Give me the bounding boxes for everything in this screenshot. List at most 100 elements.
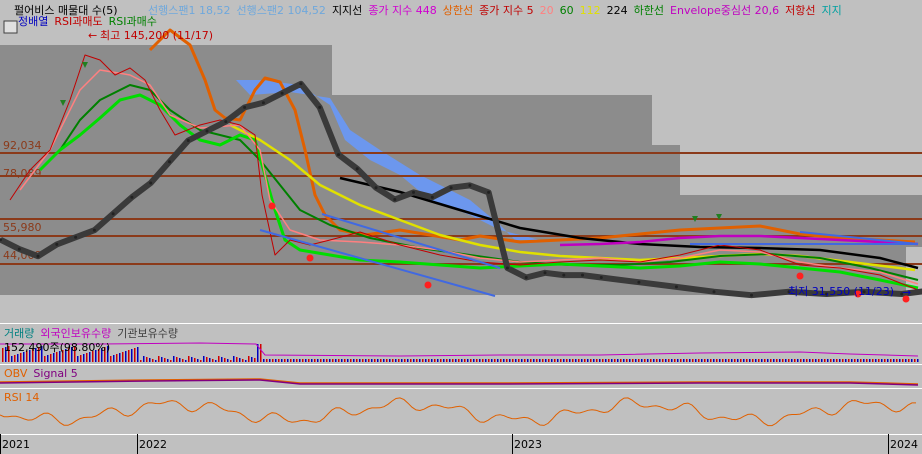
- volume-bar: [674, 359, 676, 362]
- volume-bar: [182, 359, 184, 362]
- volume-bar: [836, 359, 838, 362]
- volume-bar: [419, 359, 421, 362]
- volume-bar: [299, 359, 301, 362]
- volume-bar: [224, 358, 226, 362]
- volume-bar: [446, 359, 448, 362]
- legend-item: 224: [607, 4, 628, 17]
- rsi-oversold-marker: [268, 202, 276, 210]
- volume-bar: [197, 359, 199, 362]
- volume-bar: [560, 359, 562, 362]
- volume-bar: [527, 359, 529, 362]
- volume-bar: [452, 359, 454, 362]
- volume-bar: [677, 359, 679, 362]
- signal-legend-item: 정배열: [18, 15, 48, 28]
- volume-bar: [590, 359, 592, 362]
- volume-bar: [647, 359, 649, 362]
- volume-bar: [152, 359, 154, 362]
- volume-bar: [725, 359, 727, 362]
- volume-bar: [719, 359, 721, 362]
- volume-bar: [716, 359, 718, 362]
- volume-bar: [416, 359, 418, 362]
- volume-bar: [776, 359, 778, 362]
- rsi-legend: RSI 14: [4, 391, 39, 404]
- volume-bar: [797, 359, 799, 362]
- legend-item: 선행스팬1 18,52: [148, 4, 230, 17]
- close-price-point: [261, 101, 265, 105]
- obv-legend: OBV Signal 5: [4, 367, 78, 380]
- volume-bar: [200, 360, 202, 362]
- volume-bar: [845, 359, 847, 362]
- chart-menu-icon[interactable]: [3, 20, 18, 34]
- volume-bar: [707, 359, 709, 362]
- volume-bar: [827, 359, 829, 362]
- close-price-point: [674, 285, 678, 289]
- volume-bar: [485, 359, 487, 362]
- volume-bar: [341, 359, 343, 362]
- volume-bar: [116, 354, 118, 362]
- price-level-label: 55,980: [3, 221, 42, 234]
- volume-bar: [374, 359, 376, 362]
- volume-bar: [14, 355, 16, 362]
- close-price-point: [337, 153, 340, 157]
- legend-item: 종가 지수 448: [368, 4, 436, 17]
- volume-bar: [401, 359, 403, 362]
- volume-bar: [824, 359, 826, 362]
- volume-bar: [242, 359, 244, 362]
- volume-bar: [611, 359, 613, 362]
- close-price-point: [393, 198, 397, 201]
- volume-bar: [851, 359, 853, 362]
- volume-bar: [653, 359, 655, 362]
- volume-bar: [50, 354, 52, 362]
- arrow-icon: ←: [88, 29, 97, 42]
- volume-bar: [344, 359, 346, 362]
- volume-bar: [614, 359, 616, 362]
- volume-bar: [293, 359, 295, 362]
- volume-bar: [410, 359, 412, 362]
- volume-bar: [911, 359, 913, 362]
- volume-bar: [593, 359, 595, 362]
- volume-bar: [437, 359, 439, 362]
- volume-bar: [500, 359, 502, 362]
- close-price-point: [36, 254, 40, 258]
- volume-bar: [764, 359, 766, 362]
- volume-bar: [788, 359, 790, 362]
- volume-bar: [308, 359, 310, 362]
- volume-bar: [509, 359, 511, 362]
- volume-bar: [272, 359, 274, 362]
- volume-bar: [728, 359, 730, 362]
- volume-bar: [371, 359, 373, 362]
- volume-bar: [284, 359, 286, 362]
- volume-bar: [542, 359, 544, 362]
- volume-bar: [815, 359, 817, 362]
- volume-bar: [110, 356, 112, 362]
- volume-bar: [407, 359, 409, 362]
- volume-bar: [119, 353, 121, 362]
- volume-bar: [179, 358, 181, 362]
- close-price-point: [374, 186, 378, 190]
- volume-bar: [464, 359, 466, 362]
- volume-bar: [323, 359, 325, 362]
- volume-bar: [209, 358, 211, 362]
- volume-bar: [377, 359, 379, 362]
- close-price-point: [130, 195, 134, 199]
- volume-bar: [131, 349, 133, 362]
- volume-bar: [368, 359, 370, 362]
- volume-bar: [908, 359, 910, 362]
- legend-item: 저항선: [785, 4, 815, 17]
- volume-bar: [290, 359, 292, 362]
- close-price-point: [712, 290, 716, 294]
- close-price-point: [468, 183, 472, 187]
- volume-bar: [848, 359, 850, 362]
- volume-bar: [398, 359, 400, 362]
- close-price-point: [55, 242, 59, 246]
- arrow-icon: →: [902, 286, 911, 299]
- volume-bar: [221, 357, 223, 362]
- close-price-point: [299, 82, 303, 86]
- volume-bar: [326, 359, 328, 362]
- x-tick-label: 2024: [890, 438, 918, 451]
- volume-bar: [581, 359, 583, 362]
- close-price-point: [186, 139, 190, 142]
- volume-bar: [11, 356, 13, 362]
- volume-bar: [662, 359, 664, 362]
- volume-bar: [632, 359, 634, 362]
